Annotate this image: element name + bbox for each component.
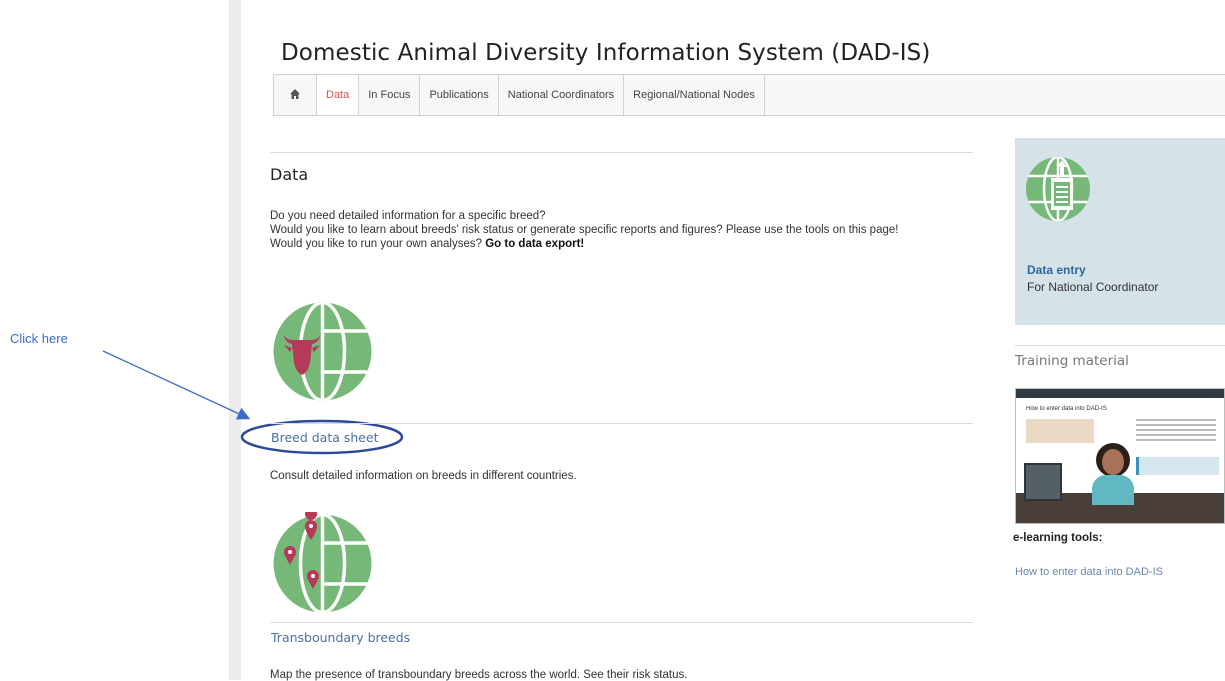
annotation-arrow xyxy=(102,350,404,455)
breed-data-sheet-link[interactable]: Breed data sheet xyxy=(271,430,379,445)
thumbnail-person-face xyxy=(1102,449,1124,475)
thumbnail-topbar xyxy=(1016,389,1224,398)
nav-item-publications[interactable]: Publications xyxy=(420,75,499,115)
training-thumbnail[interactable]: How to enter data into DAD-IS xyxy=(1015,388,1225,524)
elearning-label: e-learning tools: xyxy=(1013,532,1103,544)
data-entry-link[interactable]: Data entry xyxy=(1027,263,1086,277)
data-entry-subtitle: For National Coordinator xyxy=(1027,280,1159,294)
training-material-heading: Training material xyxy=(1015,353,1129,369)
data-entry-box[interactable]: Data entry For National Coordinator xyxy=(1015,138,1225,325)
map-pin-globe-icon[interactable] xyxy=(271,508,374,615)
thumbnail-speech-bubble xyxy=(1026,419,1094,443)
transboundary-breeds-link[interactable]: Transboundary breeds xyxy=(271,630,410,645)
thumbnail-monitor xyxy=(1024,463,1062,501)
thumbnail-person-body xyxy=(1092,475,1134,505)
data-entry-globe-icon xyxy=(1025,156,1091,222)
divider xyxy=(1015,345,1225,346)
how-to-enter-data-link[interactable]: How to enter data into DAD-IS xyxy=(1015,566,1163,578)
divider xyxy=(270,622,973,623)
thumbnail-text-lines xyxy=(1136,419,1216,449)
thumbnail-note-box xyxy=(1136,457,1219,475)
breed-data-sheet-desc: Consult detailed information on breeds i… xyxy=(270,470,577,482)
thumbnail-heading: How to enter data into DAD-IS xyxy=(1026,406,1107,412)
nav-item-national-coordinators[interactable]: National Coordinators xyxy=(499,75,625,115)
nav-item-regional-national-nodes[interactable]: Regional/National Nodes xyxy=(624,75,765,115)
transboundary-breeds-desc: Map the presence of transboundary breeds… xyxy=(270,669,688,681)
data-export-link[interactable]: Go to data export! xyxy=(485,238,584,250)
divider xyxy=(270,423,973,424)
